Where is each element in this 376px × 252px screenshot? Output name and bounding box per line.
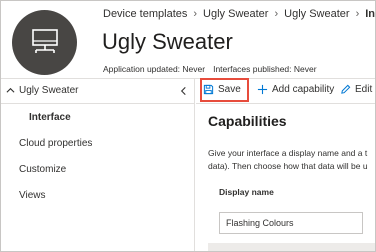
chevron-right-icon: › [274,8,279,20]
device-template-avatar [12,10,77,75]
sidebar-item-interface[interactable]: Interface [29,112,71,123]
save-icon [203,84,214,95]
sidebar-item-customize[interactable]: Customize [19,164,66,175]
chevron-right-icon: › [193,8,198,20]
edit-button-label: Edit i [355,84,376,95]
add-capability-button[interactable]: Add capability [257,84,334,95]
chevron-right-icon: › [355,8,360,20]
breadcrumb-current: Interface [365,8,376,20]
status-meta: Application updated: Never Interfaces pub… [103,64,317,74]
breadcrumb-ugly-sweater-template[interactable]: Ugly Sweater [284,8,349,20]
interfaces-published-status: Interfaces published: Never [213,64,317,74]
save-button[interactable]: Save [203,84,241,95]
chevron-up-icon[interactable] [6,86,15,95]
device-template-icon [32,29,58,53]
toolbar: Save Add capability Edit i [196,78,376,104]
breadcrumb-ugly-sweater-app[interactable]: Ugly Sweater [203,8,268,20]
page-header: Device templates › Ugly Sweater › Ugly Sweat… [1,1,376,79]
capabilities-description: Give your interface a display name and a… [208,147,368,173]
sidebar-item-views[interactable]: Views [19,190,46,201]
edit-icon [341,84,351,94]
sidebar-root-label: Ugly Sweater [19,85,79,96]
display-name-field[interactable]: Flashing Colours [219,212,363,234]
application-updated-status: Application updated: Never [103,64,206,74]
capability-list-strip [208,243,375,251]
app-window: Device templates › Ugly Sweater › Ugly Sweat… [0,0,376,252]
section-title: Capabilities [208,113,287,129]
save-button-label: Save [218,84,241,95]
display-name-label: Display name [219,187,274,197]
add-capability-label: Add capability [272,84,335,95]
plus-icon [257,84,268,95]
sidebar-root-item[interactable]: Ugly Sweater [1,79,194,104]
chevron-left-icon[interactable] [179,86,188,96]
sidebar: Ugly Sweater Interface Cloud properties … [1,79,195,251]
breadcrumb-device-templates[interactable]: Device templates [103,8,187,20]
description-line: data). Then choose how that data will be… [208,161,368,171]
page-title: Ugly Sweater [102,29,233,54]
edit-button[interactable]: Edit i [340,84,376,95]
breadcrumb: Device templates › Ugly Sweater › Ugly Sweat… [103,8,376,20]
sidebar-item-cloud-properties[interactable]: Cloud properties [19,138,92,149]
main-panel: Save Add capability Edit i Capabilities … [196,78,376,251]
description-line: Give your interface a display name and a… [208,148,368,158]
